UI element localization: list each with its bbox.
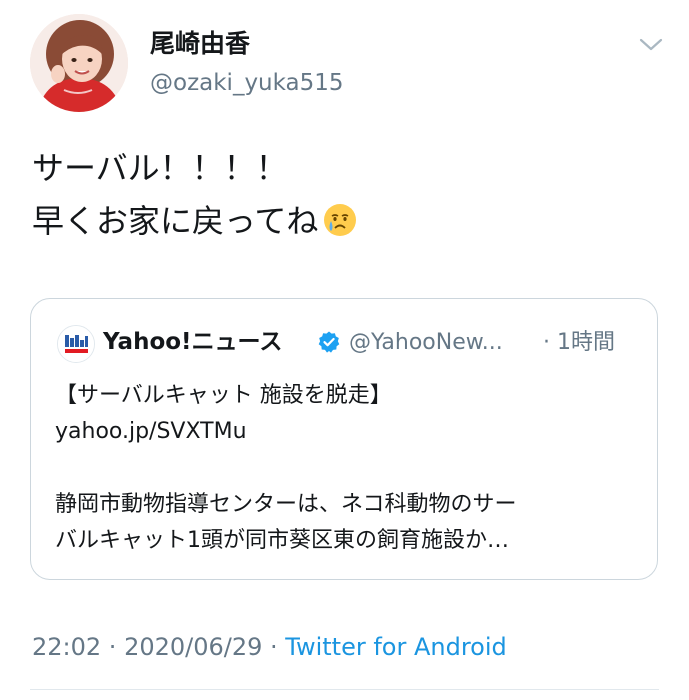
tweet-card: 尾崎由香 @ozaki_yuka515 サーバル！！！！ 早くお家に戻ってね Y… [0, 0, 689, 700]
quoted-handle: @YahooNew... [349, 330, 503, 355]
display-name[interactable]: 尾崎由香 [150, 28, 250, 60]
tweet-meta: 22:02 · 2020/06/29 · Twitter for Android [32, 632, 507, 662]
quoted-tweet[interactable]: Yahoo!ニュース @YahooNew... · 1時間 【サーバルキャット … [30, 298, 658, 580]
yahoo-news-logo-icon [57, 325, 95, 363]
tweet-time: 22:02 [32, 633, 102, 661]
tweet-line-with-emoji: 早くお家に戻ってね [32, 195, 358, 248]
quoted-timestamp: · 1時間 [543, 330, 615, 355]
tweet-line: サーバル！！！！ [32, 149, 288, 187]
tweet-date: 2020/06/29 [124, 633, 263, 661]
chevron-down-icon[interactable] [636, 32, 666, 58]
tweet-source-link[interactable]: Twitter for Android [285, 633, 506, 661]
profile-photo-icon [30, 14, 128, 112]
user-handle[interactable]: @ozaki_yuka515 [150, 68, 344, 98]
quoted-body-line: バルキャット1頭が同市葵区東の飼育施設か… [55, 528, 509, 553]
meta-separator: · [101, 633, 125, 661]
quoted-body: 静岡市動物指導センターは、ネコ科動物のサー バルキャット1頭が同市葵区東の飼育施… [55, 487, 517, 559]
meta-separator: · [262, 633, 286, 661]
tweet-line: 早くお家に戻ってね [32, 202, 319, 240]
quoted-title: 【サーバルキャット 施設を脱走】 [55, 383, 392, 408]
user-avatar[interactable] [30, 14, 128, 112]
quoted-link: yahoo.jp/SVXTMu [55, 419, 247, 444]
crying-face-emoji-icon [322, 201, 358, 237]
quoted-body-line: 静岡市動物指導センターは、ネコ科動物のサー [55, 492, 517, 517]
tweet-text: サーバル！！！！ 早くお家に戻ってね [32, 142, 358, 248]
quoted-display-name: Yahoo!ニュース [103, 329, 283, 355]
verified-badge-icon [317, 330, 341, 354]
divider [30, 689, 659, 690]
